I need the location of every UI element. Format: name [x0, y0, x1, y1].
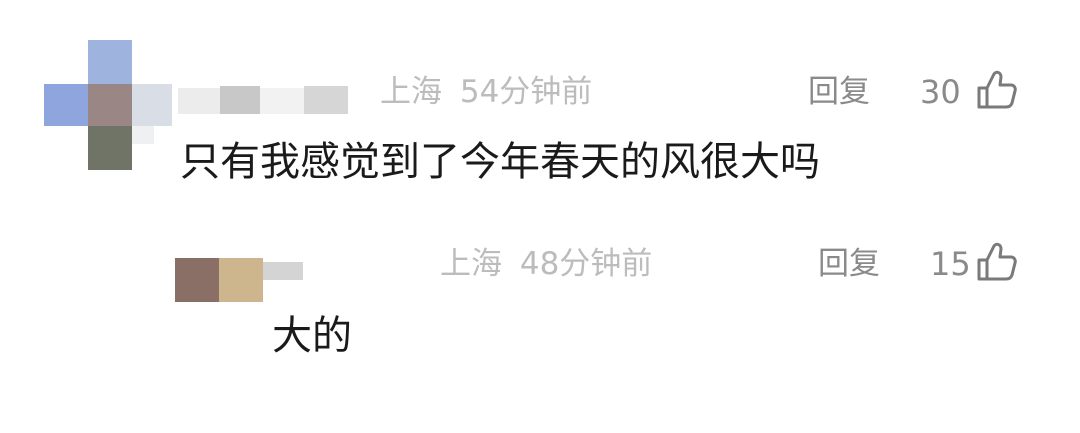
comment-meta: 上海 54分钟前: [380, 72, 592, 112]
avatar-block: [88, 40, 132, 84]
comment-meta: 上海 48分钟前: [440, 244, 652, 284]
avatar-block: [263, 262, 303, 280]
avatar-block: [219, 258, 263, 302]
comment-text: 大的: [272, 313, 352, 359]
timestamp: 54分钟前: [459, 74, 593, 110]
avatar-block: [132, 126, 154, 144]
avatar-block: [175, 258, 219, 302]
thumbs-up-icon[interactable]: [976, 242, 1018, 282]
avatar-block: [88, 84, 132, 126]
comment-thread: 上海 54分钟前 回复 30 只有我感觉到了今年春天的风很大吗 上海 48分钟前…: [0, 0, 1080, 433]
avatar-block: [44, 84, 88, 126]
username-block: [220, 86, 260, 114]
username-block: [304, 86, 348, 114]
location: 上海: [440, 246, 502, 282]
avatar-block: [88, 126, 132, 170]
like-count: 30: [920, 73, 961, 111]
reply-button[interactable]: 回复: [808, 72, 870, 112]
avatar-block: [132, 84, 172, 126]
username-block: [178, 88, 220, 114]
thumbs-up-icon[interactable]: [976, 70, 1018, 110]
username-block: [260, 88, 304, 114]
comment-text: 只有我感觉到了今年春天的风很大吗: [180, 139, 820, 185]
location: 上海: [380, 74, 442, 110]
timestamp: 48分钟前: [519, 246, 653, 282]
like-count: 15: [930, 245, 971, 283]
reply-button[interactable]: 回复: [818, 244, 880, 284]
